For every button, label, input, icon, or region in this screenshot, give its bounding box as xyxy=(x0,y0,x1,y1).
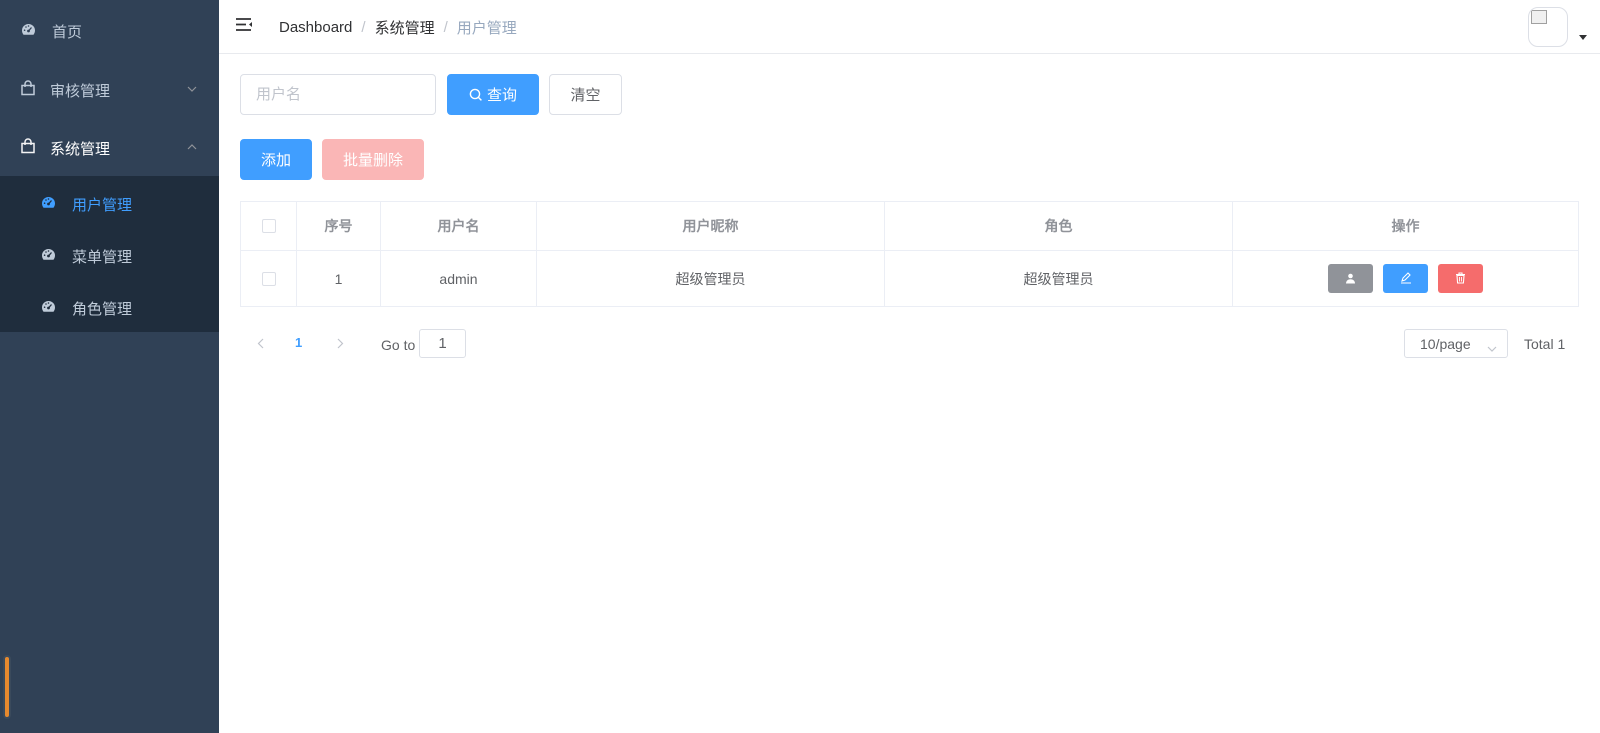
dashboard-icon xyxy=(41,247,56,262)
batch-delete-button-label: 批量删除 xyxy=(342,152,403,169)
add-button-label: 添加 xyxy=(260,152,291,169)
search-button[interactable]: 查询 xyxy=(447,74,539,115)
edit-button[interactable] xyxy=(1383,264,1428,293)
clear-button[interactable]: 清空 xyxy=(549,74,622,115)
select-all-checkbox[interactable] xyxy=(261,219,276,233)
sidebar-item-home[interactable]: 首页 xyxy=(0,0,219,60)
breadcrumb-dashboard[interactable]: Dashboard xyxy=(279,19,352,36)
username-search-input[interactable] xyxy=(240,74,436,115)
sidebar-item-roles[interactable]: 角色管理 xyxy=(0,280,219,332)
pagination-goto-input[interactable] xyxy=(419,329,466,358)
sidebar-item-users[interactable]: 用户管理 xyxy=(0,176,219,228)
trash-icon xyxy=(1455,271,1466,287)
app: 首页 审核管理 系统管理 用户管理 菜单管理 角色管理 Dashboard / … xyxy=(0,0,1600,733)
broken-image-icon xyxy=(1531,10,1547,24)
pagination-page-1[interactable]: 1 xyxy=(295,335,302,350)
batch-delete-button[interactable]: 批量删除 xyxy=(322,139,424,180)
sidebar-scrollbar[interactable] xyxy=(3,655,11,719)
chevron-down-icon xyxy=(187,84,197,94)
cell-actions xyxy=(1233,251,1578,306)
column-header-nickname: 用户昵称 xyxy=(537,202,885,250)
users-table: 序号 用户名 用户昵称 角色 操作 1 admin 超级管理员 超级管理员 xyxy=(240,201,1579,307)
dashboard-icon xyxy=(41,195,56,210)
pagination-total: Total 1 xyxy=(1524,336,1566,352)
column-header-index: 序号 xyxy=(297,202,381,250)
page-size-value: 10/page xyxy=(1420,335,1471,352)
breadcrumb-current: 用户管理 xyxy=(456,20,517,37)
breadcrumb-separator: / xyxy=(361,19,366,36)
sidebar-item-audit[interactable]: 审核管理 xyxy=(0,60,219,118)
sidebar-item-label: 系统管理 xyxy=(50,141,111,158)
sidebar-item-label: 菜单管理 xyxy=(72,249,133,266)
pagination-goto-label: Go to xyxy=(381,337,416,353)
submenu-system: 用户管理 菜单管理 角色管理 xyxy=(0,176,219,332)
delete-button[interactable] xyxy=(1438,264,1483,293)
sidebar-item-system[interactable]: 系统管理 xyxy=(0,118,219,176)
cell-nickname: 超级管理员 xyxy=(537,251,885,306)
breadcrumb-separator: / xyxy=(443,19,448,36)
cell-index: 1 xyxy=(297,251,381,306)
assign-role-button[interactable] xyxy=(1328,264,1373,293)
dashboard-icon xyxy=(41,299,56,314)
sidebar: 首页 审核管理 系统管理 用户管理 菜单管理 角色管理 xyxy=(0,0,219,733)
clear-button-label: 清空 xyxy=(570,87,601,104)
dashboard-icon xyxy=(21,22,36,37)
table-row: 1 admin 超级管理员 超级管理员 xyxy=(241,251,1578,306)
pagination-prev-button[interactable] xyxy=(254,337,266,349)
row-checkbox[interactable] xyxy=(261,271,276,286)
bag-icon xyxy=(20,80,36,96)
add-button[interactable]: 添加 xyxy=(240,139,312,180)
breadcrumb-system: 系统管理 xyxy=(374,20,435,37)
user-icon xyxy=(1345,271,1356,287)
cell-username: admin xyxy=(381,251,537,306)
chevron-up-icon xyxy=(187,142,197,152)
row-select-cell xyxy=(241,251,297,306)
column-header-actions: 操作 xyxy=(1391,218,1420,234)
column-header-username: 用户名 xyxy=(381,202,537,250)
sidebar-item-label: 角色管理 xyxy=(72,301,133,318)
edit-icon xyxy=(1400,271,1412,287)
sidebar-item-label: 首页 xyxy=(52,24,83,41)
avatar[interactable] xyxy=(1528,7,1568,47)
column-header-role: 角色 xyxy=(885,202,1233,250)
header-select-cell xyxy=(241,202,297,250)
page-size-select[interactable]: 10/page xyxy=(1404,329,1508,358)
chevron-down-icon xyxy=(1487,339,1497,355)
search-icon xyxy=(469,88,483,102)
search-button-label: 查询 xyxy=(486,87,517,104)
breadcrumb: Dashboard / 系统管理 / 用户管理 xyxy=(279,17,517,38)
sidebar-item-label: 用户管理 xyxy=(72,197,133,214)
sidebar-item-menus[interactable]: 菜单管理 xyxy=(0,228,219,280)
bag-icon xyxy=(20,138,36,154)
cell-role: 超级管理员 xyxy=(885,251,1233,306)
caret-down-icon[interactable] xyxy=(1579,35,1587,40)
pagination-next-button[interactable] xyxy=(334,337,346,349)
hamburger-icon[interactable] xyxy=(235,17,253,35)
sidebar-item-label: 审核管理 xyxy=(50,83,111,100)
table-header: 序号 用户名 用户昵称 角色 操作 xyxy=(241,202,1578,251)
navbar: Dashboard / 系统管理 / 用户管理 xyxy=(219,0,1600,54)
